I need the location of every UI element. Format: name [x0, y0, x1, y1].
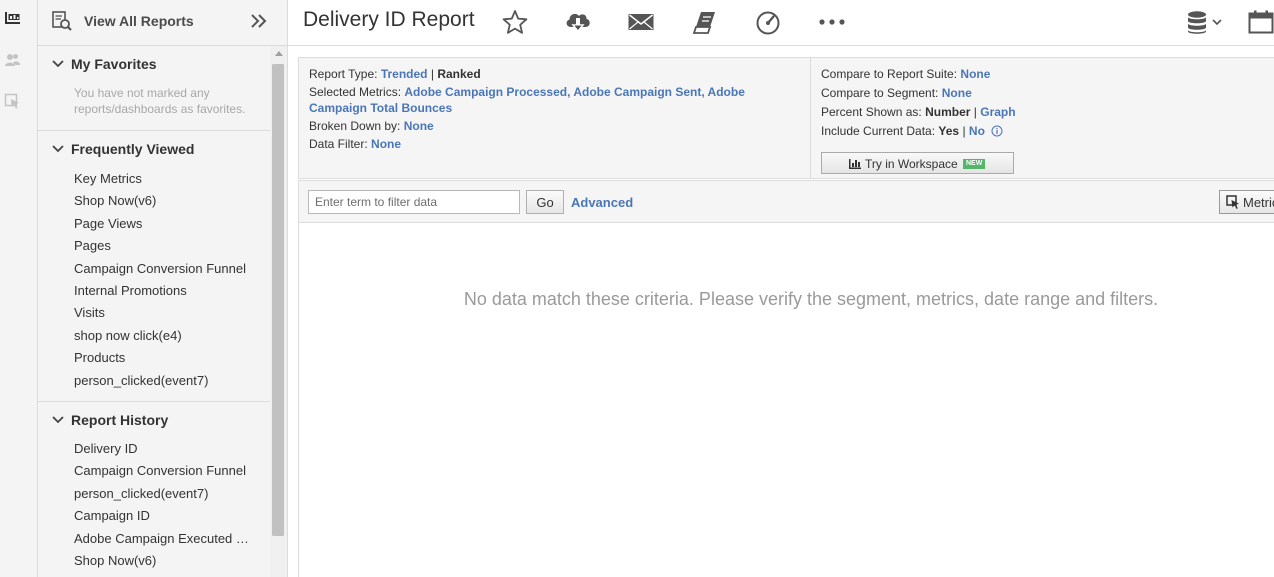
workspace-icon: [849, 158, 861, 169]
list-item[interactable]: Visits: [74, 302, 256, 324]
compare-suite-row: Compare to Report Suite: None: [821, 65, 1261, 84]
percent-graph-link[interactable]: Graph: [980, 105, 1015, 119]
favorites-empty-message: You have not marked any reports/dashboar…: [74, 86, 246, 116]
left-icon-rail: [0, 0, 38, 577]
try-in-workspace-button[interactable]: Try in Workspace NEW: [821, 152, 1014, 174]
separator: |: [973, 105, 977, 119]
report-header: Delivery ID Report: [288, 0, 1274, 46]
speedometer-icon[interactable]: [755, 9, 781, 35]
frequently-viewed-list: Key Metrics Shop Now(v6) Page Views Page…: [74, 168, 256, 392]
chevron-down-icon: [52, 416, 64, 424]
chevron-down-icon: [52, 145, 64, 153]
separator: |: [430, 67, 434, 81]
list-item[interactable]: Internal Promotions: [74, 280, 256, 302]
report-type-row: Report Type: Trended | Ranked: [309, 65, 779, 83]
mail-icon[interactable]: [627, 9, 655, 35]
data-filter-label: Data Filter:: [309, 137, 368, 151]
list-item[interactable]: Key Metrics: [74, 168, 256, 190]
calendar-icon[interactable]: [1248, 10, 1274, 36]
list-item[interactable]: Campaign ID: [74, 505, 256, 527]
criteria-left-column: Report Type: Trended | Ranked Selected M…: [309, 65, 779, 153]
section-title: My Favorites: [71, 56, 157, 72]
report-history-list: Delivery ID Campaign Conversion Funnel p…: [74, 438, 256, 572]
section-frequently-viewed[interactable]: Frequently Viewed: [38, 140, 270, 160]
list-item[interactable]: Shop Now(v6): [74, 190, 256, 212]
workspace-button-label: Try in Workspace: [865, 157, 958, 171]
include-current-row: Include Current Data: Yes | No: [821, 122, 1261, 141]
compare-segment-link[interactable]: None: [942, 86, 972, 100]
compare-segment-label: Compare to Segment:: [821, 86, 939, 100]
section-my-favorites[interactable]: My Favorites: [38, 55, 270, 75]
list-item[interactable]: shop now click(e4): [74, 325, 256, 347]
broken-down-link[interactable]: None: [404, 119, 434, 133]
list-item[interactable]: Delivery ID: [74, 438, 256, 460]
page-title: Delivery ID Report: [303, 8, 475, 31]
reports-list-icon: [52, 11, 72, 31]
sidebar-header: View All Reports: [38, 0, 287, 46]
reports-icon[interactable]: [4, 10, 22, 28]
scroll-up-arrow-icon[interactable]: [275, 51, 283, 56]
chevron-down-icon: [52, 60, 64, 68]
section-title: Frequently Viewed: [71, 141, 195, 157]
percent-shown-label: Percent Shown as:: [821, 105, 922, 119]
users-icon[interactable]: [4, 52, 22, 70]
new-badge: NEW: [963, 159, 986, 169]
data-filter-link[interactable]: None: [371, 137, 401, 151]
section-report-history[interactable]: Report History: [38, 411, 270, 431]
compare-segment-row: Compare to Segment: None: [821, 84, 1261, 103]
include-no-link[interactable]: No: [969, 124, 985, 138]
section-divider: [38, 401, 270, 402]
star-icon[interactable]: [502, 9, 528, 35]
report-type-label: Report Type:: [309, 67, 378, 81]
view-all-reports-link[interactable]: View All Reports: [84, 13, 194, 29]
report-content-area: No data match these criteria. Please ver…: [298, 223, 1274, 577]
section-title: Report History: [71, 412, 169, 428]
include-yes-selected: Yes: [938, 124, 960, 138]
list-item[interactable]: person_clicked(event7): [74, 370, 256, 392]
advanced-filter-link[interactable]: Advanced: [571, 195, 633, 210]
trended-link[interactable]: Trended: [381, 67, 428, 81]
go-button[interactable]: Go: [526, 190, 564, 214]
bookmark-icon[interactable]: [692, 9, 718, 35]
metrics-button[interactable]: Metrics: [1219, 190, 1274, 214]
list-item[interactable]: Page Views: [74, 213, 256, 235]
broken-down-row: Broken Down by: None: [309, 117, 779, 135]
include-current-label: Include Current Data:: [821, 124, 936, 138]
sidebar-content: My Favorites You have not marked any rep…: [38, 46, 270, 577]
broken-down-label: Broken Down by:: [309, 119, 401, 133]
cursor-select-icon: [1226, 195, 1240, 210]
no-data-message: No data match these criteria. Please ver…: [463, 289, 1159, 309]
reports-sidebar: View All Reports My Favorites You have n…: [38, 0, 288, 577]
ranked-selected: Ranked: [437, 67, 481, 81]
list-item[interactable]: Campaign Conversion Funnel: [74, 258, 256, 280]
section-divider: [38, 130, 270, 131]
percent-number-selected: Number: [925, 105, 971, 119]
selected-metrics-label: Selected Metrics:: [309, 85, 402, 99]
separator: |: [962, 124, 966, 138]
metrics-button-label: Metrics: [1243, 195, 1274, 210]
criteria-divider: [810, 58, 811, 178]
collapse-sidebar-icon[interactable]: [250, 13, 268, 29]
list-item[interactable]: person_clicked(event7): [74, 483, 256, 505]
list-item[interactable]: Shop Now(v6): [74, 550, 256, 572]
database-icon[interactable]: [1186, 10, 1226, 36]
list-item[interactable]: Products: [74, 347, 256, 369]
data-filter-row: Data Filter: None: [309, 135, 779, 153]
more-icon[interactable]: [818, 9, 846, 35]
list-item[interactable]: Campaign Conversion Funnel: [74, 460, 256, 482]
report-criteria-panel: Report Type: Trended | Ranked Selected M…: [298, 57, 1274, 179]
cloud-download-icon[interactable]: [564, 9, 592, 35]
list-item[interactable]: Adobe Campaign Executed Deliveries: [74, 528, 256, 550]
sidebar-scrollbar-thumb[interactable]: [272, 64, 284, 536]
cursor-select-icon[interactable]: [4, 93, 22, 111]
list-item[interactable]: Pages: [74, 235, 256, 257]
percent-shown-row: Percent Shown as: Number | Graph: [821, 103, 1261, 122]
filter-input[interactable]: [308, 190, 520, 214]
criteria-right-column: Compare to Report Suite: None Compare to…: [821, 65, 1261, 174]
compare-suite-link[interactable]: None: [960, 67, 990, 81]
filter-bar: Go Advanced Metrics: [298, 180, 1274, 223]
selected-metrics-row: Selected Metrics: Adobe Campaign Process…: [309, 84, 779, 116]
info-icon[interactable]: [991, 125, 1003, 137]
compare-suite-label: Compare to Report Suite:: [821, 67, 958, 81]
